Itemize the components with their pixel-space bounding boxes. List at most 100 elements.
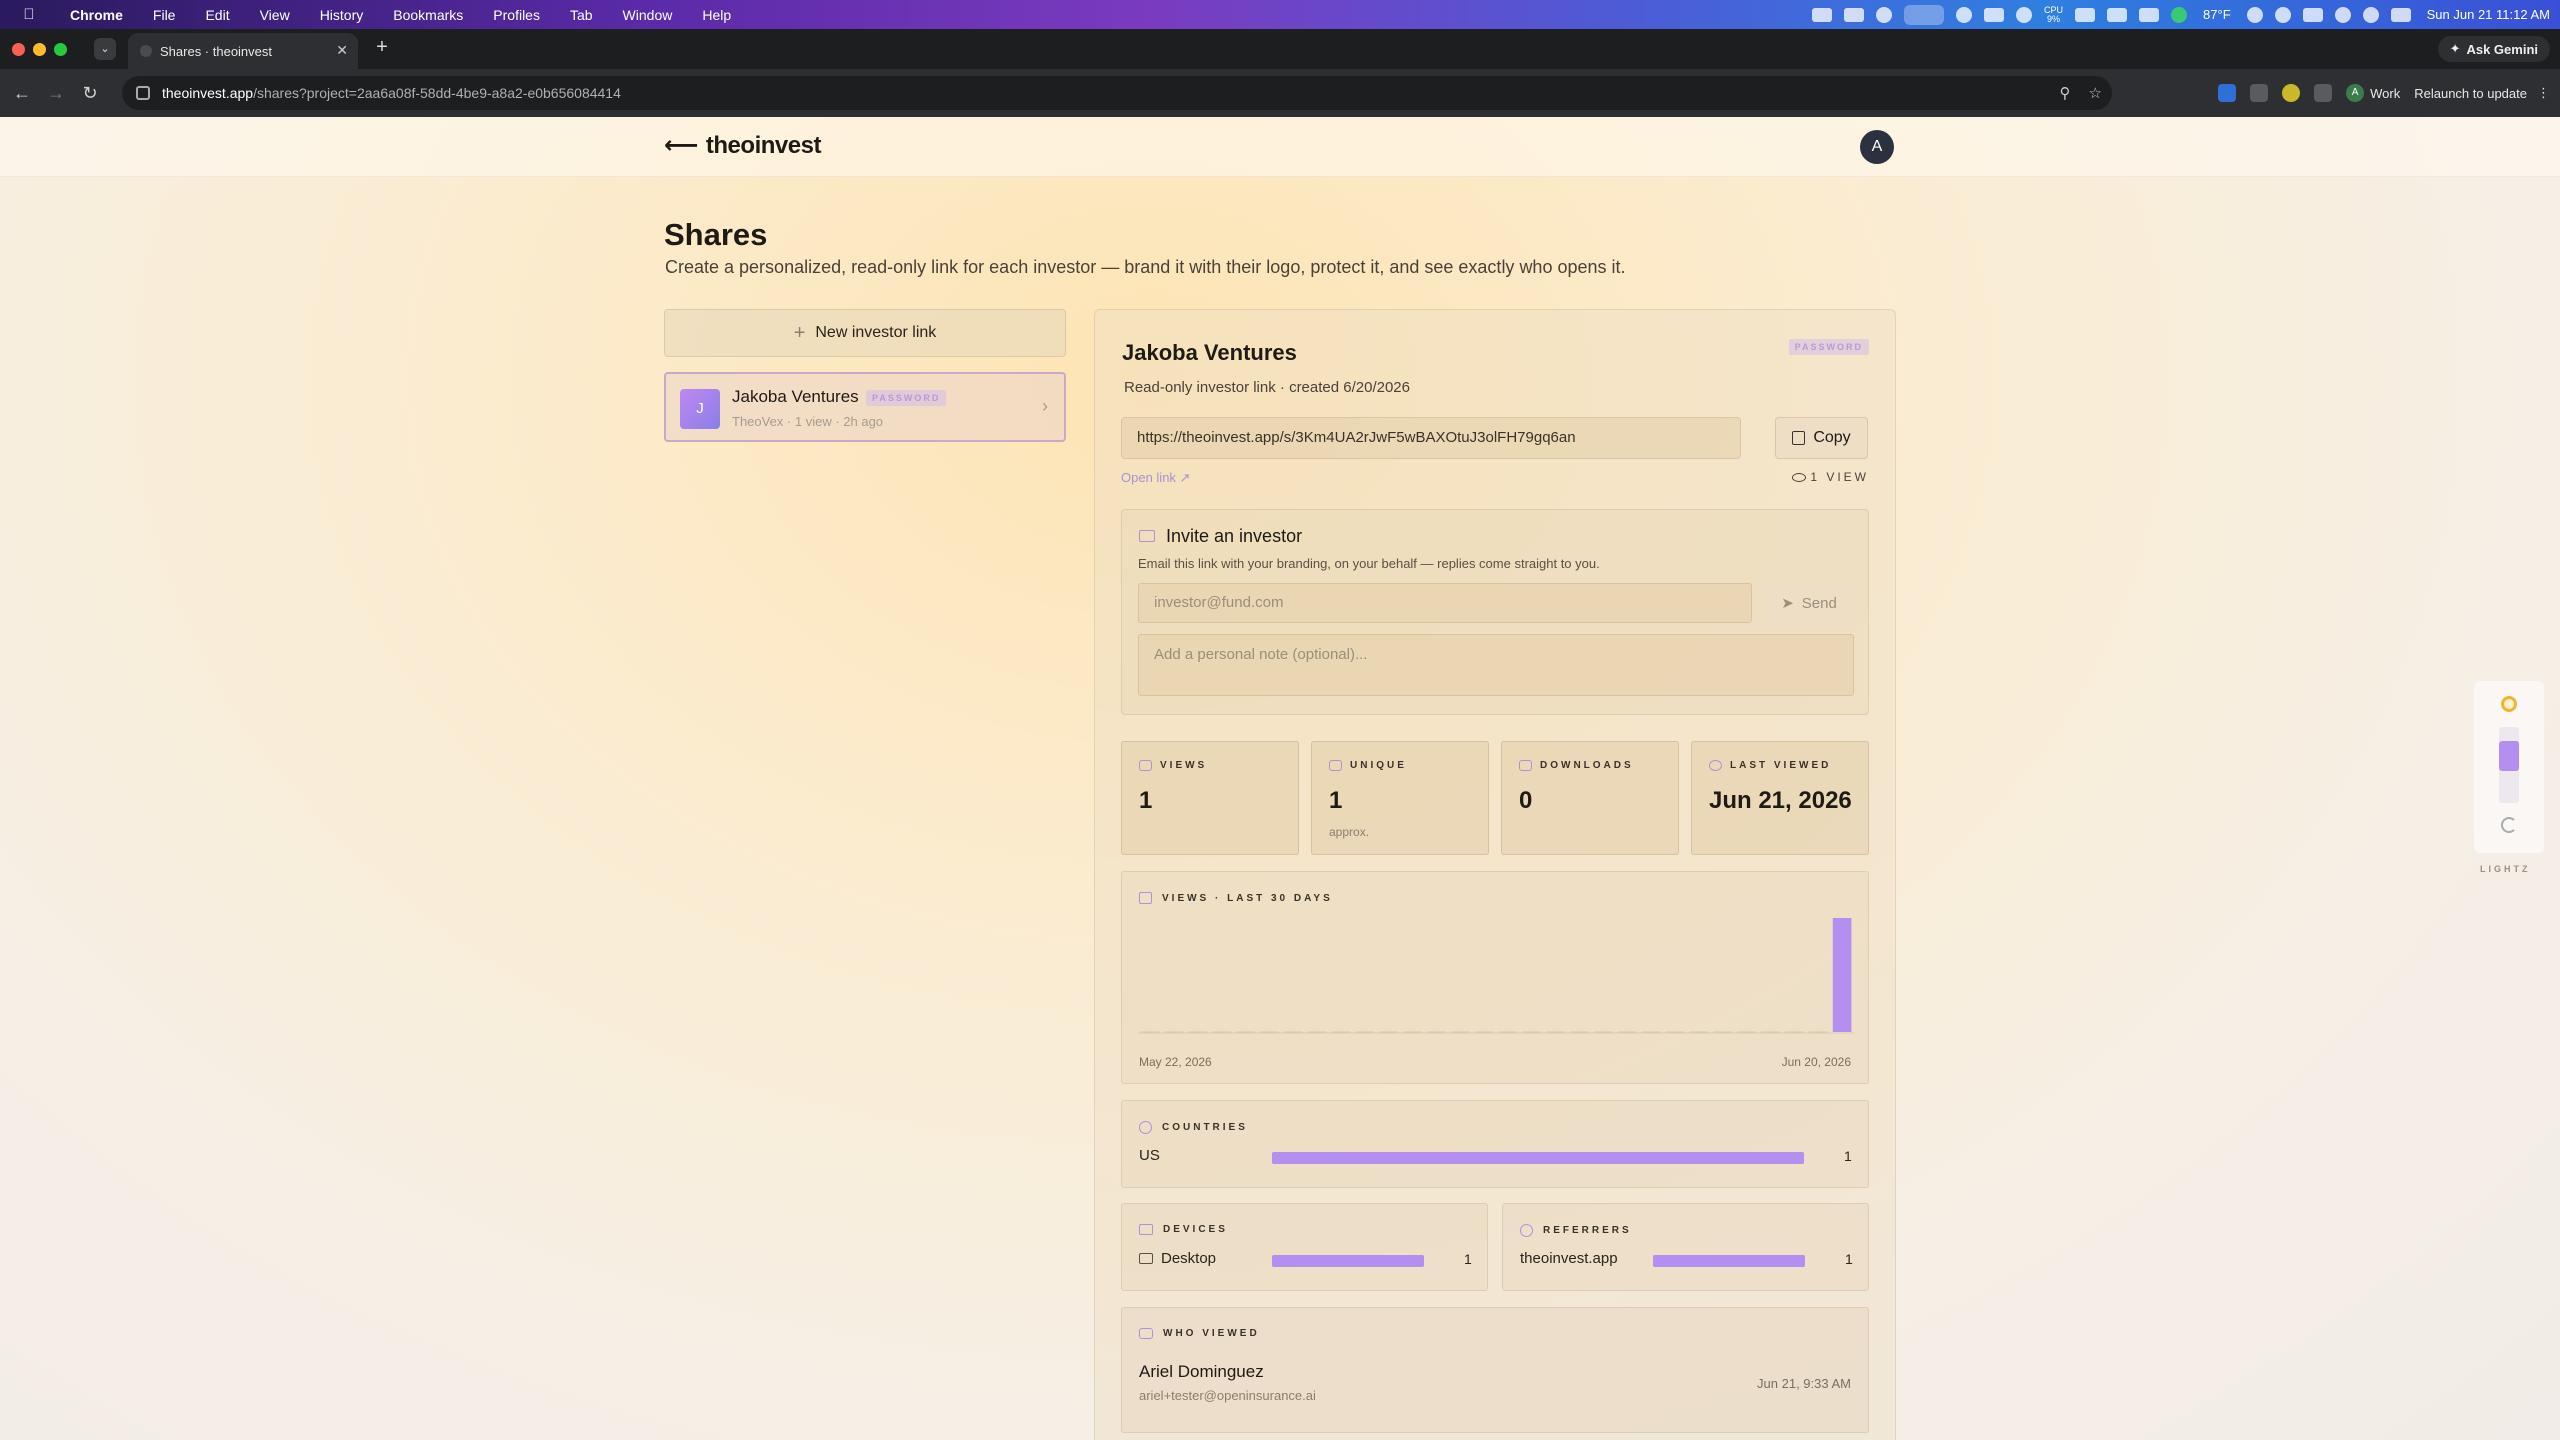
ask-gemini-label: Ask Gemini: [2466, 41, 2538, 57]
site-info-icon[interactable]: [136, 86, 150, 100]
airdrop-icon[interactable]: [2274, 6, 2291, 23]
shazam-icon[interactable]: [1876, 6, 1893, 23]
country-count: 1: [1844, 1148, 1852, 1164]
screen-mirror-icon[interactable]: [2139, 7, 2160, 22]
tab-close-icon[interactable]: ✕: [336, 42, 348, 59]
extensions-puzzle-icon[interactable]: [2314, 84, 2333, 102]
back-arrow-icon[interactable]: ←: [10, 81, 34, 105]
teams-icon[interactable]: [1844, 7, 1865, 22]
menu-profiles[interactable]: Profiles: [493, 7, 540, 23]
chart-bar: [1761, 1031, 1780, 1033]
views-bar-chart: [1138, 918, 1854, 1034]
countries-title: COUNTRIES: [1139, 1121, 1248, 1134]
investor-name: Jakoba Ventures: [732, 387, 859, 406]
bookmark-star-icon[interactable]: ☆: [2089, 84, 2102, 102]
menu-history[interactable]: History: [320, 7, 364, 23]
extension-d-icon[interactable]: [2218, 84, 2237, 102]
detail-subtitle: Read-only investor link · created 6/20/2…: [1124, 379, 1410, 396]
chart-bar: [1713, 1031, 1733, 1033]
menu-view[interactable]: View: [260, 7, 290, 23]
browser-tab-active[interactable]: Shares · theoinvest ✕: [128, 33, 358, 69]
chart-bar: [1212, 1031, 1231, 1033]
chart-bar: [1498, 1031, 1518, 1033]
spotlight-search-icon[interactable]: [2362, 6, 2379, 23]
user-avatar[interactable]: A: [1860, 130, 1894, 164]
external-link-icon: ↗: [1179, 470, 1191, 485]
cloud-icon[interactable]: [1984, 7, 2005, 22]
device-label: Desktop: [1161, 1250, 1217, 1267]
menu-edit[interactable]: Edit: [205, 7, 229, 23]
weather-temperature[interactable]: 87°F: [2203, 7, 2231, 22]
stat-label: UNIQUE: [1329, 760, 1407, 771]
stats-icon[interactable]: [1812, 7, 1833, 22]
send-invite-button[interactable]: ➤ Send: [1764, 583, 1854, 623]
menu-window[interactable]: Window: [623, 7, 673, 23]
tab-title: Shares · theoinvest: [160, 43, 273, 59]
views-chart-card: VIEWS · LAST 30 DAYS May 22, 2026 Jun 20…: [1121, 871, 1869, 1084]
extension-eye-icon[interactable]: [2250, 84, 2269, 102]
wifi-icon[interactable]: [2334, 6, 2351, 23]
cpu-meter[interactable]: CPU 9%: [2044, 5, 2063, 24]
messenger-icon[interactable]: [2016, 6, 2033, 23]
share-url-field[interactable]: https://theoinvest.app/s/3Km4UA2rJwF5wBA…: [1121, 417, 1741, 459]
reload-icon[interactable]: ↻: [78, 81, 102, 105]
perplexity-icon[interactable]: [1956, 6, 1973, 23]
new-investor-link-button[interactable]: + New investor link: [664, 309, 1066, 357]
app-logo-link[interactable]: ⟵ theoinvest: [664, 131, 821, 160]
personal-note-input[interactable]: Add a personal note (optional)...: [1138, 634, 1854, 696]
status-dot-icon[interactable]: [2171, 6, 2188, 23]
open-link[interactable]: Open link ↗: [1121, 470, 1190, 486]
users-icon: [1139, 1328, 1153, 1339]
menu-app-name[interactable]: Chrome: [70, 7, 123, 23]
chart-title-text: VIEWS · LAST 30 DAYS: [1162, 892, 1333, 904]
address-bar[interactable]: theoinvest.app/shares?project=2aa6a08f-5…: [122, 76, 2112, 110]
menu-bookmarks[interactable]: Bookmarks: [393, 7, 463, 23]
zoom-icon[interactable]: ⚲: [2060, 84, 2071, 102]
address-bar-actions: ⚲ ☆: [2060, 76, 2102, 110]
chart-bar: [1617, 1031, 1637, 1033]
send-label: Send: [1801, 594, 1837, 612]
devices-title-text: DEVICES: [1163, 1224, 1228, 1235]
toolbar-extensions: A Work Relaunch to update ⋮: [2218, 79, 2550, 107]
extension-coin-icon[interactable]: [2282, 84, 2301, 102]
apple-menu-icon[interactable]: : [18, 6, 40, 23]
brightness-slider-thumb[interactable]: [2499, 740, 2519, 771]
chevron-right-icon: ›: [1042, 396, 1048, 416]
forward-arrow-icon[interactable]: →: [44, 81, 68, 105]
tab-search-chevron-icon[interactable]: ⌄: [94, 38, 116, 60]
menu-tab[interactable]: Tab: [570, 7, 593, 23]
investor-email-input[interactable]: investor@fund.com: [1138, 583, 1752, 623]
mute-icon[interactable]: [2107, 7, 2128, 22]
profile-avatar: A: [2346, 84, 2365, 102]
investor-list-item[interactable]: J Jakoba Ventures PASSWORD TheoVex · 1 v…: [664, 372, 1066, 442]
battery-icon[interactable]: [2302, 7, 2323, 22]
profile-chip[interactable]: A Work: [2346, 84, 2400, 102]
copy-link-button[interactable]: Copy: [1775, 417, 1868, 459]
who-viewed-title-text: WHO VIEWED: [1163, 1328, 1260, 1339]
screen-recorder-icon[interactable]: [1904, 4, 1945, 25]
ask-gemini-button[interactable]: ✦ Ask Gemini: [2437, 36, 2550, 62]
chart-x-start-label: May 22, 2026: [1139, 1055, 1212, 1069]
menu-help[interactable]: Help: [702, 7, 731, 23]
bar-chart-icon: [1139, 892, 1152, 904]
sun-icon[interactable]: [2501, 696, 2517, 712]
user-icon[interactable]: [2246, 6, 2263, 23]
countries-title-text: COUNTRIES: [1162, 1122, 1248, 1133]
new-investor-link-label: New investor link: [815, 324, 937, 341]
window-close-button[interactable]: [12, 43, 25, 56]
moon-icon[interactable]: [2501, 817, 2517, 833]
display-icon[interactable]: [2075, 7, 2096, 22]
window-zoom-button[interactable]: [54, 43, 67, 56]
more-menu-icon[interactable]: ⋮: [2537, 85, 2550, 101]
control-center-icon[interactable]: [2390, 7, 2411, 22]
page-title: Shares: [664, 217, 768, 252]
plus-icon: +: [793, 321, 806, 344]
menu-file[interactable]: File: [153, 7, 176, 23]
chart-bar: [1427, 1031, 1446, 1033]
window-minimize-button[interactable]: [33, 43, 46, 56]
devices-card: DEVICES Desktop 1: [1121, 1203, 1488, 1291]
relaunch-button[interactable]: Relaunch to update ⋮: [2414, 85, 2550, 101]
brightness-slider[interactable]: [2499, 727, 2519, 803]
new-tab-button[interactable]: +: [370, 36, 394, 59]
menubar-clock[interactable]: Sun Jun 21 11:12 AM: [2427, 7, 2550, 22]
